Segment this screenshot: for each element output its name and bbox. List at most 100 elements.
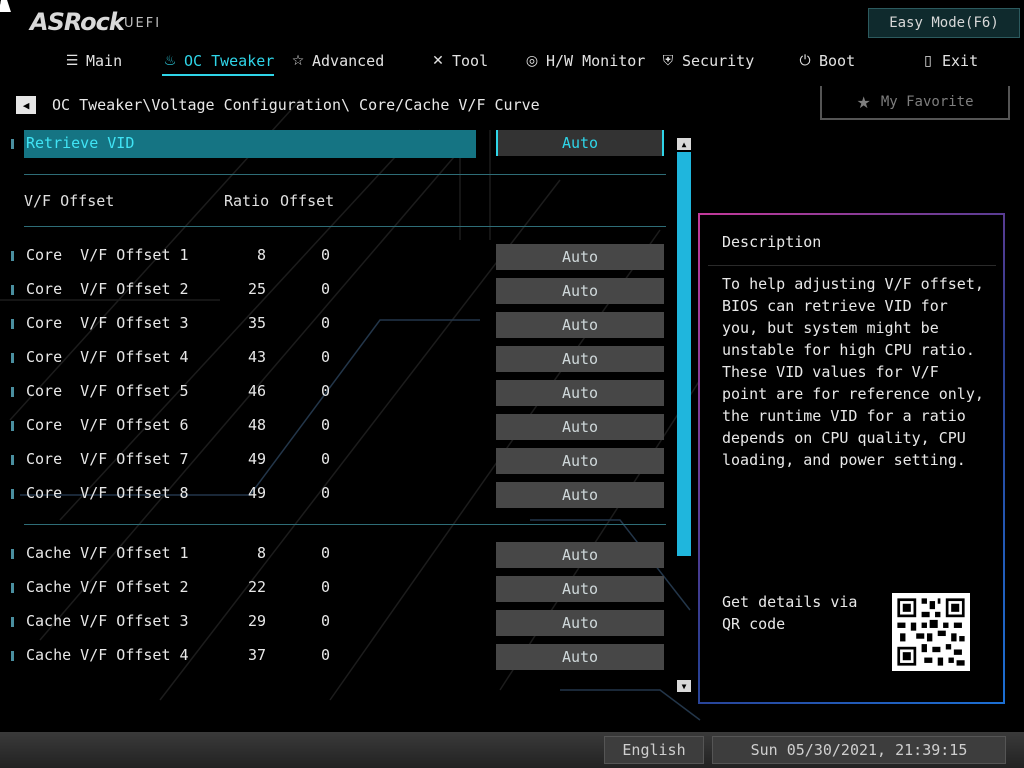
cache-offset-row[interactable]: Cache V/F Offset 1 8 0 Auto (0, 540, 680, 568)
retrieve-vid-row[interactable]: Retrieve VID Auto (0, 130, 680, 158)
scroll-up-button[interactable]: ▲ (677, 138, 691, 150)
offset-value: 0 (320, 578, 330, 596)
row-marker (11, 617, 14, 627)
divider (24, 226, 666, 227)
description-divider (708, 265, 996, 266)
tools-icon: ✕ (432, 53, 444, 69)
ratio-value: 49 (247, 450, 266, 468)
ratio-value: 29 (247, 612, 266, 630)
offset-setting-button[interactable]: Auto (496, 346, 664, 372)
tab-hw-monitor[interactable]: ◎ H/W Monitor (524, 48, 645, 74)
cache-offset-row[interactable]: Cache V/F Offset 4 37 0 Auto (0, 642, 680, 670)
mouse-cursor (0, 0, 14, 12)
offset-label: Core V/F Offset 8 (26, 484, 189, 502)
my-favorite-button[interactable]: ★ My Favorite (820, 86, 1010, 120)
ratio-value: 48 (247, 416, 266, 434)
description-title: Description (722, 233, 822, 251)
tab-boot[interactable]: ⏻ Boot (797, 48, 855, 74)
row-marker (11, 353, 14, 363)
offset-value: 0 (320, 314, 330, 332)
offset-setting-button[interactable]: Auto (496, 312, 664, 338)
offset-label: Cache V/F Offset 1 (26, 544, 189, 562)
offset-setting-button[interactable]: Auto (496, 542, 664, 568)
scrollbar[interactable]: ▲ ▼ (676, 138, 692, 694)
main-tabs: ☰ Main ♨ OC Tweaker ☆ Advanced ✕ Tool ◎ … (0, 48, 1024, 76)
offset-label: Core V/F Offset 6 (26, 416, 189, 434)
divider (24, 524, 666, 525)
offset-value: 0 (320, 280, 330, 298)
core-offset-row[interactable]: Core V/F Offset 3 35 0 Auto (0, 310, 680, 338)
monitor-icon: ◎ (525, 53, 539, 69)
row-marker (11, 387, 14, 397)
scroll-thumb[interactable] (677, 152, 691, 556)
star-icon: ★ (856, 92, 871, 112)
offset-label: Core V/F Offset 1 (26, 246, 189, 264)
offset-setting-button[interactable]: Auto (496, 414, 664, 440)
core-offset-row[interactable]: Core V/F Offset 6 48 0 Auto (0, 412, 680, 440)
offset-setting-button[interactable]: Auto (496, 380, 664, 406)
offset-value: 0 (320, 348, 330, 366)
ratio-value: 25 (247, 280, 266, 298)
row-marker (11, 285, 14, 295)
qr-caption: Get details via QR code (722, 593, 858, 633)
ratio-value: 8 (256, 544, 266, 562)
tab-security[interactable]: ⛨ Security (660, 48, 755, 74)
list-icon: ☰ (65, 53, 79, 69)
settings-list: Retrieve VID Auto V/F Offset Ratio Offse… (0, 130, 680, 690)
language-button[interactable]: English (604, 736, 704, 764)
retrieve-vid-label: Retrieve VID (26, 134, 135, 152)
offset-setting-button[interactable]: Auto (496, 278, 664, 304)
offset-setting-button[interactable]: Auto (496, 244, 664, 270)
tab-tool[interactable]: ✕ Tool (430, 48, 488, 74)
core-offset-row[interactable]: Core V/F Offset 7 49 0 Auto (0, 446, 680, 474)
offset-label: Core V/F Offset 3 (26, 314, 189, 332)
offset-value: 0 (320, 612, 330, 630)
offset-setting-button[interactable]: Auto (496, 610, 664, 636)
tab-oc-tweaker[interactable]: ♨ OC Tweaker (162, 48, 275, 76)
offset-label: Cache V/F Offset 2 (26, 578, 189, 596)
cache-offset-row[interactable]: Cache V/F Offset 2 22 0 Auto (0, 574, 680, 602)
asrock-logo: ASRock (30, 8, 125, 36)
ratio-value: 8 (256, 246, 266, 264)
core-offset-row[interactable]: Core V/F Offset 4 43 0 Auto (0, 344, 680, 372)
easy-mode-button[interactable]: Easy Mode(F6) (868, 8, 1020, 38)
offset-value: 0 (320, 544, 330, 562)
offset-label: Cache V/F Offset 3 (26, 612, 189, 630)
offset-value: 0 (320, 484, 330, 502)
offset-setting-button[interactable]: Auto (496, 482, 664, 508)
breadcrumb: OC Tweaker\Voltage Configuration\ Core/C… (52, 96, 540, 114)
ratio-value: 37 (247, 646, 266, 664)
offset-value: 0 (320, 382, 330, 400)
offset-setting-button[interactable]: Auto (496, 448, 664, 474)
offset-label: Core V/F Offset 5 (26, 382, 189, 400)
core-offset-row[interactable]: Core V/F Offset 8 49 0 Auto (0, 480, 680, 508)
ratio-value: 22 (247, 578, 266, 596)
back-button[interactable]: ◀ (16, 96, 36, 114)
tab-advanced[interactable]: ☆ Advanced (290, 48, 385, 74)
offset-setting-button[interactable]: Auto (496, 576, 664, 602)
date-time: Sun 05/30/2021, 21:39:15 (712, 736, 1006, 764)
offset-setting-button[interactable]: Auto (496, 644, 664, 670)
core-offset-row[interactable]: Core V/F Offset 2 25 0 Auto (0, 276, 680, 304)
row-marker (11, 651, 14, 661)
qr-code-icon (892, 593, 970, 671)
exit-icon: ▯ (924, 53, 932, 69)
retrieve-vid-value[interactable]: Auto (496, 130, 664, 156)
offset-value: 0 (320, 450, 330, 468)
core-offset-row[interactable]: Core V/F Offset 5 46 0 Auto (0, 378, 680, 406)
status-bar: English Sun 05/30/2021, 21:39:15 (0, 732, 1024, 768)
tab-main[interactable]: ☰ Main (64, 48, 122, 74)
offset-label: Cache V/F Offset 4 (26, 646, 189, 664)
ratio-value: 43 (247, 348, 266, 366)
description-panel: Description To help adjusting V/F offset… (698, 213, 1005, 704)
row-marker (11, 455, 14, 465)
scroll-down-button[interactable]: ▼ (677, 680, 691, 692)
offset-value: 0 (320, 646, 330, 664)
offset-label: Core V/F Offset 2 (26, 280, 189, 298)
cache-offset-row[interactable]: Cache V/F Offset 3 29 0 Auto (0, 608, 680, 636)
core-offset-row[interactable]: Core V/F Offset 1 8 0 Auto (0, 242, 680, 270)
uefi-label: UEFI (124, 16, 162, 31)
tab-exit[interactable]: ▯ Exit (920, 48, 978, 74)
column-header-ratio: Ratio (224, 192, 270, 210)
row-marker (11, 251, 14, 261)
